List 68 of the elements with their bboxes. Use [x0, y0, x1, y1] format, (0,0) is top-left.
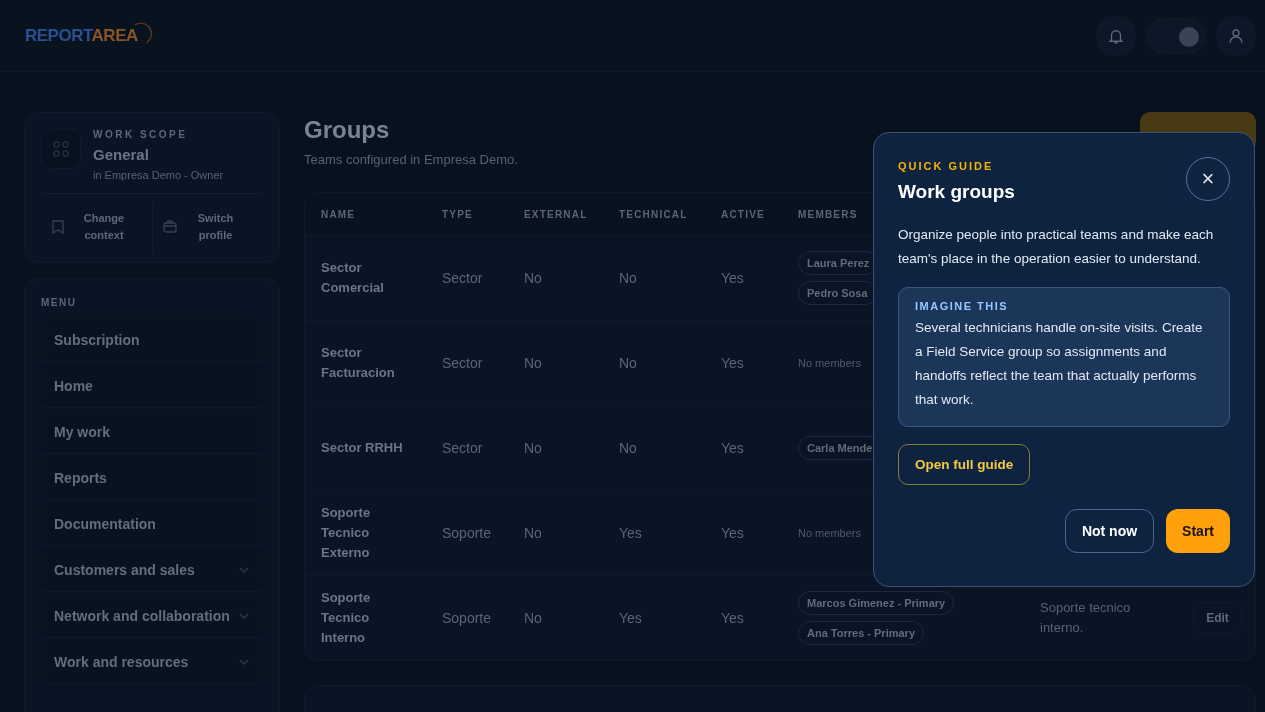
- column-header: TYPE: [442, 208, 474, 220]
- page-title: Groups: [304, 116, 391, 144]
- notifications-button[interactable]: [1096, 15, 1136, 56]
- table-cell-text: Sector: [442, 270, 484, 286]
- table-cell-text: Sector: [442, 355, 484, 371]
- guide-text: Organize people into practical teams and make each team's place in the operation easier to understand.: [898, 226, 1215, 268]
- not-now-button[interactable]: Not now: [1064, 509, 1155, 553]
- example-text: Several technicians handle on-site visits. Create a Field Service group so assignments and handoffs reflect the team that actually performs that work.: [915, 319, 1204, 409]
- table-cell-text: Sector: [442, 440, 484, 456]
- table-cell-text: Sector Comercial: [321, 259, 385, 297]
- menu-item[interactable]: Work and resources: [41, 640, 263, 684]
- table-cell-text: Sector RRHH: [321, 439, 404, 457]
- table-cell-text: Yes: [619, 525, 643, 541]
- table-cell-text: Yes: [721, 525, 745, 541]
- column-header: NAME: [321, 208, 357, 220]
- menu-item[interactable]: My work: [41, 410, 263, 454]
- table-cell-text: No: [524, 270, 543, 286]
- logo[interactable]: REPORTAREA: [25, 25, 150, 46]
- menu-item[interactable]: Reports: [41, 456, 263, 500]
- column-header: TECHNICAL: [619, 208, 689, 220]
- table-cell-text: Sector Facturacion: [321, 344, 396, 382]
- table-cell-text: Soporte: [442, 525, 493, 541]
- table-cell-text: No: [524, 525, 543, 541]
- scope-label: WORK SCOPE: [93, 129, 189, 140]
- table-cell-text: Soporte Tecnico Externo: [321, 504, 372, 562]
- close-button[interactable]: ×: [1186, 157, 1230, 201]
- table-cell-text: No: [619, 355, 638, 371]
- table-cell-text: No: [524, 355, 543, 371]
- menu-item[interactable]: Subscription: [41, 318, 263, 362]
- guide-title: Work groups: [898, 181, 1015, 203]
- column-header: ACTIVE: [721, 208, 766, 220]
- switch-profile-button[interactable]: Switch profile: [151, 202, 263, 252]
- table-cell-text: Yes: [721, 610, 745, 626]
- table-cell-text: No: [619, 270, 638, 286]
- menu-item[interactable]: Documentation: [41, 502, 263, 546]
- user-icon: [1227, 26, 1245, 45]
- scope-subtitle: in Empresa Demo - Owner: [93, 169, 224, 181]
- example-label: IMAGINE THIS: [915, 300, 1010, 312]
- table-cell-text: Yes: [721, 440, 745, 456]
- menu-heading: MENU: [41, 297, 78, 308]
- user-button[interactable]: [1216, 15, 1256, 56]
- column-header: MEMBERS: [798, 208, 859, 220]
- open-guide-button[interactable]: Open full guide: [898, 444, 1031, 485]
- table-cell-text: Soporte Tecnico Interno: [321, 589, 372, 647]
- table-cell-text: Soporte: [442, 610, 493, 626]
- change-context-button[interactable]: Change context: [41, 202, 152, 252]
- table-cell-text: Soporte tecnico interno.: [1040, 599, 1132, 637]
- scope-title: General: [93, 146, 150, 163]
- start-button[interactable]: Start: [1166, 509, 1230, 553]
- theme-toggle[interactable]: [1146, 17, 1206, 54]
- menu-item[interactable]: Home: [41, 364, 263, 408]
- bookmark-icon: [51, 220, 65, 234]
- menu-item[interactable]: Customers and sales: [41, 548, 263, 592]
- table-cell: No members: [798, 357, 861, 369]
- table-cell-text: Yes: [721, 270, 745, 286]
- briefcase-icon: [162, 220, 177, 234]
- column-header: EXTERNAL: [524, 208, 589, 220]
- guide-eyebrow: QUICK GUIDE: [898, 160, 995, 172]
- table-cell: No members: [798, 527, 861, 539]
- page-subtitle: Teams configured in Empresa Demo.: [304, 152, 518, 167]
- table-cell-text: Yes: [619, 610, 643, 626]
- edit-button[interactable]: Edit: [1193, 602, 1242, 634]
- table-cell-text: No: [619, 440, 638, 456]
- table-cell-text: No: [524, 440, 543, 456]
- table-cell-text: No: [524, 610, 543, 626]
- grid-icon: [41, 129, 81, 169]
- table-cell-text: Yes: [721, 355, 745, 371]
- menu-item[interactable]: Network and collaboration: [41, 594, 263, 638]
